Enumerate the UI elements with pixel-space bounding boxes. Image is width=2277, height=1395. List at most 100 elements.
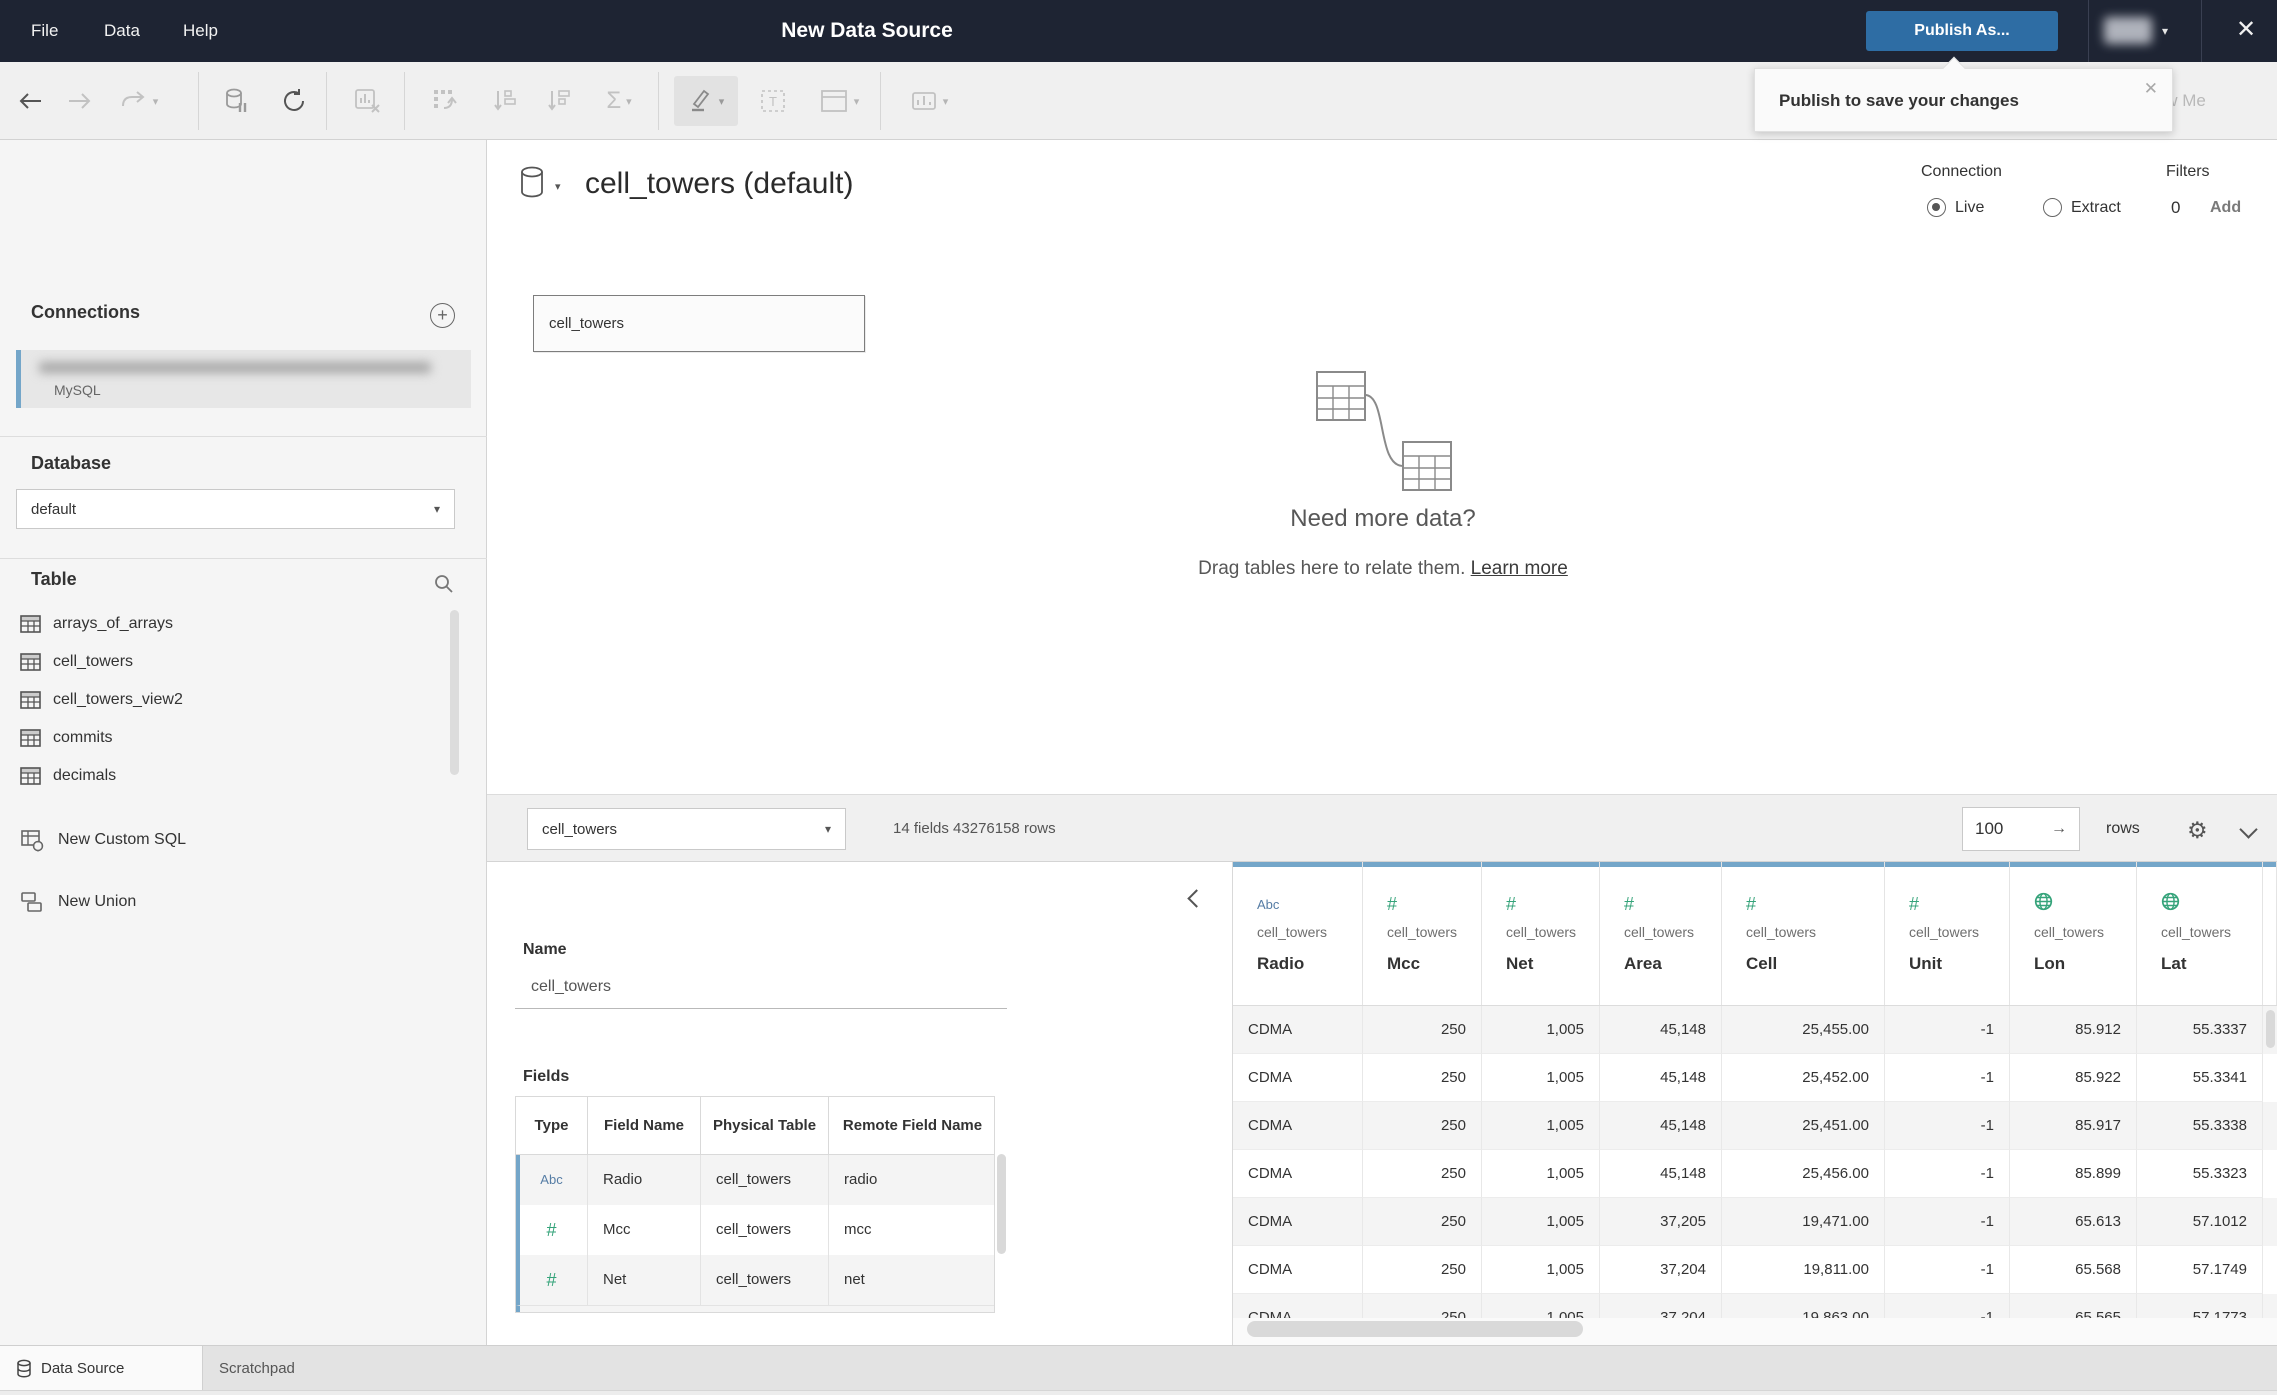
grid-cell: 37,205 xyxy=(1600,1198,1722,1246)
undo-icon[interactable] xyxy=(8,62,52,140)
number-type-icon: # xyxy=(1506,893,1517,914)
new-custom-sql-button[interactable]: New Custom SQL xyxy=(20,820,450,860)
replay-icon[interactable]: ▾ xyxy=(110,62,168,140)
data-source-tab-icon xyxy=(17,1359,31,1378)
column-source-label: cell_towers xyxy=(1387,924,1458,940)
fields-row-Radio[interactable]: Abc Radio cell_towers radio xyxy=(516,1155,994,1205)
fields-row-Mcc[interactable]: # Mcc cell_towers mcc xyxy=(516,1205,994,1255)
toolbar-separator xyxy=(658,72,659,130)
number-type-icon: # xyxy=(1387,893,1398,914)
sort-ascending-icon[interactable] xyxy=(482,62,530,140)
grid-hscroll-thumb[interactable] xyxy=(1247,1321,1583,1337)
column-source-label: cell_towers xyxy=(1257,924,1328,940)
pause-auto-updates-icon[interactable] xyxy=(214,62,260,140)
sidebar-table-item-cell_towers_view2[interactable]: cell_towers_view2 xyxy=(20,681,440,719)
text-annotation-icon[interactable]: T xyxy=(748,62,798,140)
grid-collapse-chevron-icon[interactable] xyxy=(2239,820,2258,839)
fit-layout-caret-icon[interactable]: ▾ xyxy=(854,95,860,108)
publish-as-button[interactable]: Publish As... xyxy=(1866,11,2058,51)
column-accent-bar xyxy=(1885,862,2009,867)
grid-column-header-Radio[interactable]: cell_towers Radio Abc xyxy=(1233,862,1363,1005)
tab-scratchpad[interactable]: Scratchpad xyxy=(219,1346,295,1391)
user-avatar[interactable] xyxy=(2104,17,2152,44)
table-list-scrollbar[interactable] xyxy=(450,610,459,775)
grid-row-6[interactable]: CDMA 250 1,005 37,204 19,811.00 -1 65.568 57.17… xyxy=(1233,1246,2277,1294)
database-select[interactable]: default ▾ xyxy=(16,489,455,529)
menu-file[interactable]: File xyxy=(25,0,64,62)
sidebar-table-item-arrays_of_arrays[interactable]: arrays_of_arrays xyxy=(20,605,440,643)
fields-row-Net[interactable]: # Net cell_towers net xyxy=(516,1255,994,1305)
grid-column-header-Lat[interactable]: cell_towers Lat xyxy=(2137,862,2263,1005)
fields-table-scrollbar[interactable] xyxy=(997,1154,1006,1254)
grid-row-1[interactable]: CDMA 250 1,005 45,148 25,455.00 -1 85.912 55.33… xyxy=(1233,1006,2277,1054)
highlight-icon[interactable]: ▾ xyxy=(674,76,738,126)
column-name: Area xyxy=(1624,954,1662,973)
panel-collapse-icon[interactable] xyxy=(1187,889,1206,908)
table-node-cell-towers[interactable]: cell_towers xyxy=(533,295,865,352)
totals-icon[interactable]: Σ ▾ xyxy=(588,62,650,140)
table-search-icon[interactable] xyxy=(433,573,455,600)
filters-add-button[interactable]: Add xyxy=(2210,199,2241,217)
menu-data[interactable]: Data xyxy=(98,0,146,62)
highlight-caret-icon[interactable]: ▾ xyxy=(719,95,725,108)
connection-live-radio[interactable]: Live xyxy=(1927,198,1984,217)
column-name: Mcc xyxy=(1387,954,1421,973)
column-source-label: cell_towers xyxy=(2161,924,2232,940)
grid-column-header-Cell[interactable]: cell_towers Cell # xyxy=(1722,862,1885,1005)
table-item-label: cell_towers_view2 xyxy=(53,691,183,708)
grid-cell: 85.899 xyxy=(2010,1150,2137,1198)
sidebar-table-item-cell_towers[interactable]: cell_towers xyxy=(20,643,440,681)
menu-help[interactable]: Help xyxy=(177,0,224,62)
tooltip-close-icon[interactable]: ✕ xyxy=(2144,79,2158,99)
radio-live-icon[interactable] xyxy=(1927,198,1946,217)
user-menu-caret-icon[interactable]: ▾ xyxy=(2162,0,2168,62)
row-count-go-icon[interactable]: → xyxy=(2051,820,2067,838)
grid-cell: 65.568 xyxy=(2010,1246,2137,1294)
connection-item[interactable]: MySQL xyxy=(16,350,471,408)
learn-more-link[interactable]: Learn more xyxy=(1471,558,1568,579)
grid-cell: 250 xyxy=(1363,1006,1482,1054)
redo-icon[interactable] xyxy=(58,62,102,140)
grid-cell: 25,452.00 xyxy=(1722,1054,1885,1102)
window-close-icon[interactable]: ✕ xyxy=(2228,0,2264,62)
grid-column-header-Lon[interactable]: cell_towers Lon xyxy=(2010,862,2137,1005)
grid-table-select-caret-icon: ▾ xyxy=(824,822,831,836)
totals-caret-icon[interactable]: ▾ xyxy=(626,95,632,108)
grid-cell: 250 xyxy=(1363,1102,1482,1150)
column-name: Radio xyxy=(1257,954,1305,973)
name-input[interactable]: cell_towers xyxy=(531,978,611,996)
grid-cell: 57.1749 xyxy=(2137,1246,2263,1294)
grid-column-header-Area[interactable]: cell_towers Area # xyxy=(1600,862,1722,1005)
swap-rows-columns-icon[interactable] xyxy=(420,62,472,140)
datasource-caret-icon[interactable]: ▾ xyxy=(555,180,561,193)
grid-row-2[interactable]: CDMA 250 1,005 45,148 25,452.00 -1 85.922 55.33… xyxy=(1233,1054,2277,1102)
sort-descending-icon[interactable] xyxy=(536,62,584,140)
show-mark-labels-caret-icon[interactable]: ▾ xyxy=(943,95,949,108)
datasource-db-icon[interactable] xyxy=(519,166,547,205)
grid-vscroll-thumb[interactable] xyxy=(2266,1010,2275,1048)
grid-row-4[interactable]: CDMA 250 1,005 45,148 25,456.00 -1 85.899 55.33… xyxy=(1233,1150,2277,1198)
grid-settings-gear-icon[interactable]: ⚙ xyxy=(2187,795,2208,863)
sidebar-table-item-commits[interactable]: commits xyxy=(20,719,440,757)
sidebar-table-item-decimals[interactable]: decimals xyxy=(20,757,440,795)
row-count-input[interactable]: 100 → xyxy=(1962,807,2080,851)
grid-row-3[interactable]: CDMA 250 1,005 45,148 25,451.00 -1 85.917 55.33… xyxy=(1233,1102,2277,1150)
grid-column-header-Mcc[interactable]: cell_towers Mcc # xyxy=(1363,862,1482,1005)
grid-column-header-Unit[interactable]: cell_towers Unit # xyxy=(1885,862,2010,1005)
refresh-icon[interactable] xyxy=(270,62,318,140)
connection-extract-radio[interactable]: Extract xyxy=(2043,198,2121,217)
grid-row-5[interactable]: CDMA 250 1,005 37,205 19,471.00 -1 65.613 57.10… xyxy=(1233,1198,2277,1246)
clear-sheet-icon[interactable] xyxy=(342,62,394,140)
show-mark-labels-icon[interactable]: ▾ xyxy=(896,62,962,140)
column-name: Unit xyxy=(1909,954,1943,973)
grid-column-header-Net[interactable]: cell_towers Net # xyxy=(1482,862,1600,1005)
add-connection-icon[interactable]: + xyxy=(430,303,455,328)
radio-extract-icon[interactable] xyxy=(2043,198,2062,217)
replay-caret-icon[interactable]: ▾ xyxy=(153,95,159,108)
datasource-title: cell_towers (default) xyxy=(585,167,854,200)
column-accent-bar xyxy=(1600,862,1721,867)
tab-data-source[interactable]: Data Source xyxy=(0,1346,203,1391)
grid-table-select[interactable]: cell_towers ▾ xyxy=(527,808,846,850)
fit-layout-icon[interactable]: ▾ xyxy=(806,62,872,140)
new-union-button[interactable]: New Union xyxy=(20,882,450,922)
